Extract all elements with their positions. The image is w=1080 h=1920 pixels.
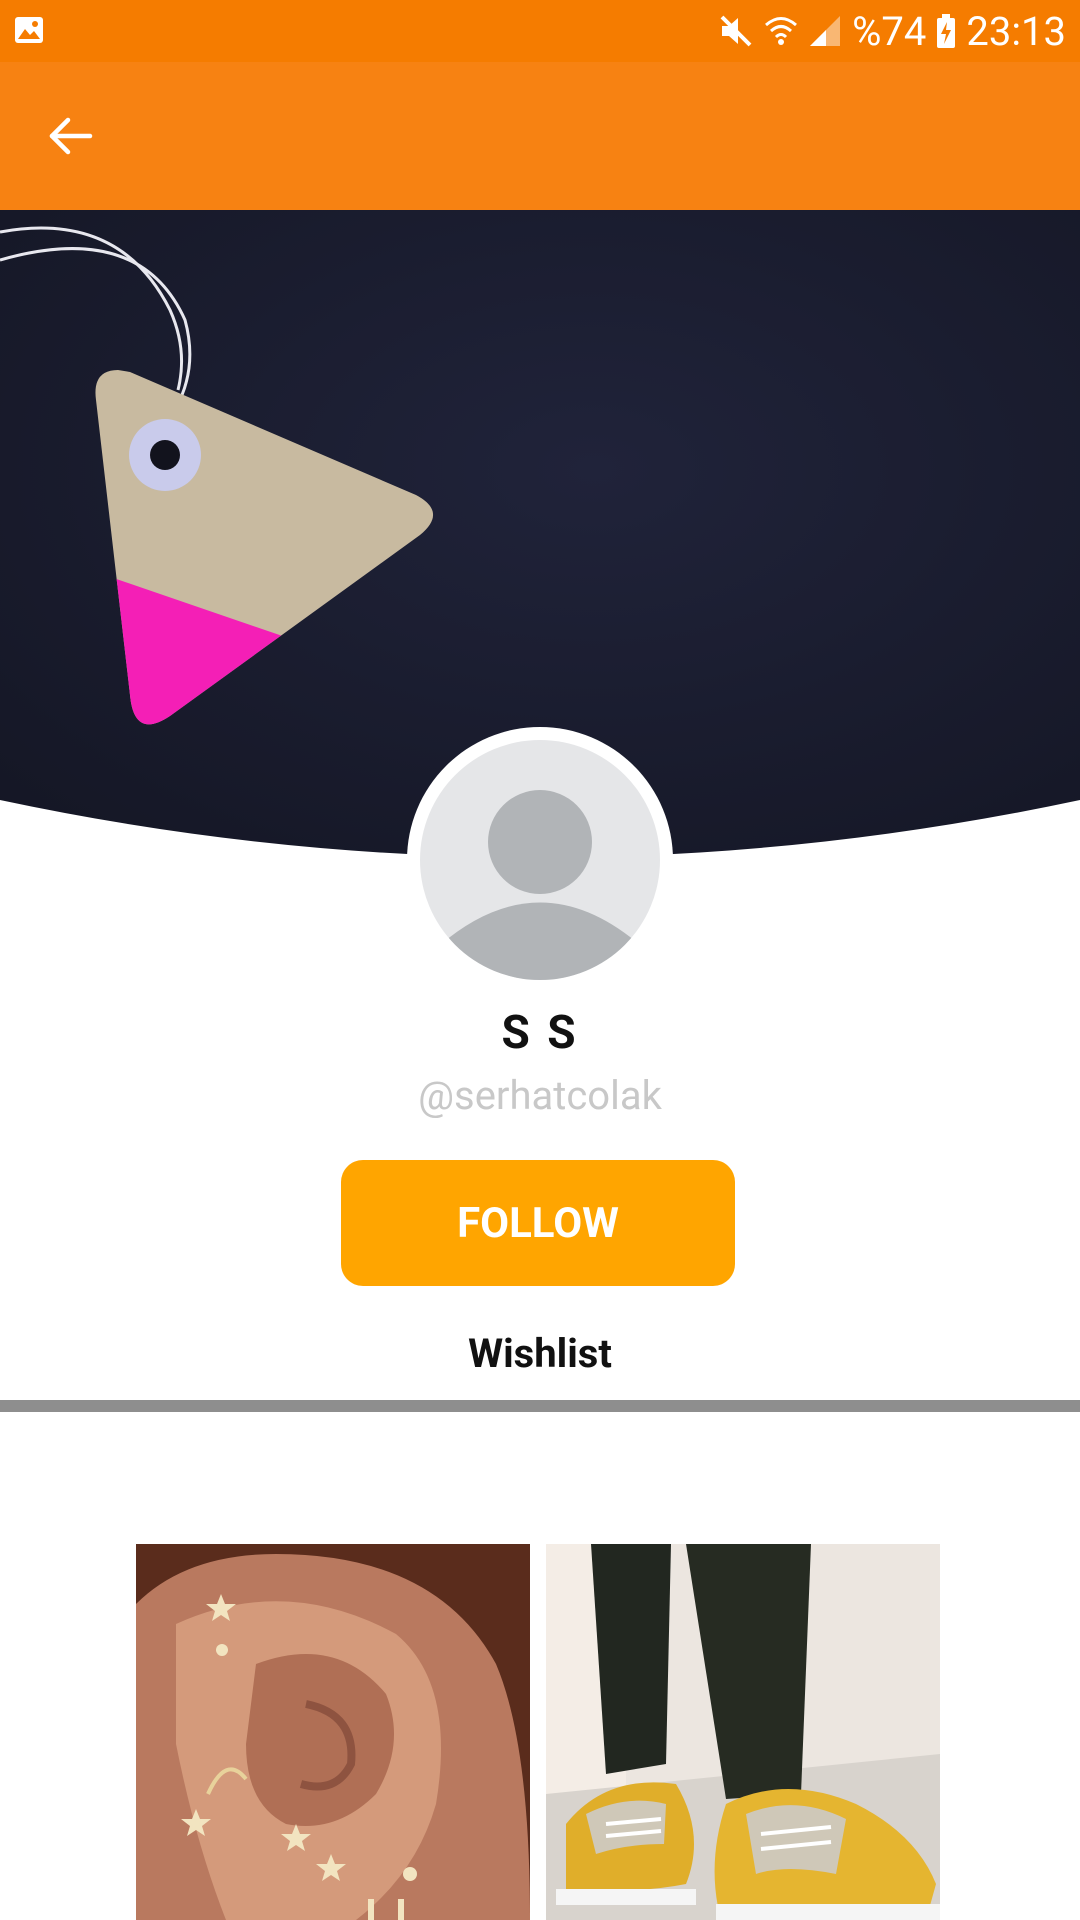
product-card-earrings[interactable] — [136, 1544, 530, 1920]
display-name: S S — [501, 1006, 579, 1060]
wifi-icon — [765, 17, 798, 45]
username: @serhatcolak — [418, 1072, 662, 1119]
clock: 23:13 — [966, 7, 1066, 55]
product-card-sneakers[interactable] — [546, 1544, 940, 1920]
tab-indicator — [0, 1400, 1080, 1412]
avatar[interactable] — [420, 740, 660, 980]
gallery-icon — [15, 17, 43, 43]
ear-cuff-earrings-image — [136, 1544, 530, 1920]
app-bar — [0, 62, 1080, 210]
battery-charging-icon — [937, 14, 956, 48]
user-placeholder-icon — [440, 790, 640, 980]
status-bar: %74 23:13 — [0, 0, 1080, 62]
battery-percent: %74 — [852, 7, 927, 55]
follow-button[interactable]: FOLLOW — [341, 1160, 735, 1286]
mute-icon — [720, 15, 752, 47]
arrow-left-icon — [49, 117, 93, 155]
signal-icon — [810, 16, 841, 46]
yellow-sneakers-image — [546, 1544, 940, 1920]
tab-wishlist[interactable]: Wishlist — [0, 1330, 1080, 1377]
back-button[interactable] — [40, 106, 100, 166]
